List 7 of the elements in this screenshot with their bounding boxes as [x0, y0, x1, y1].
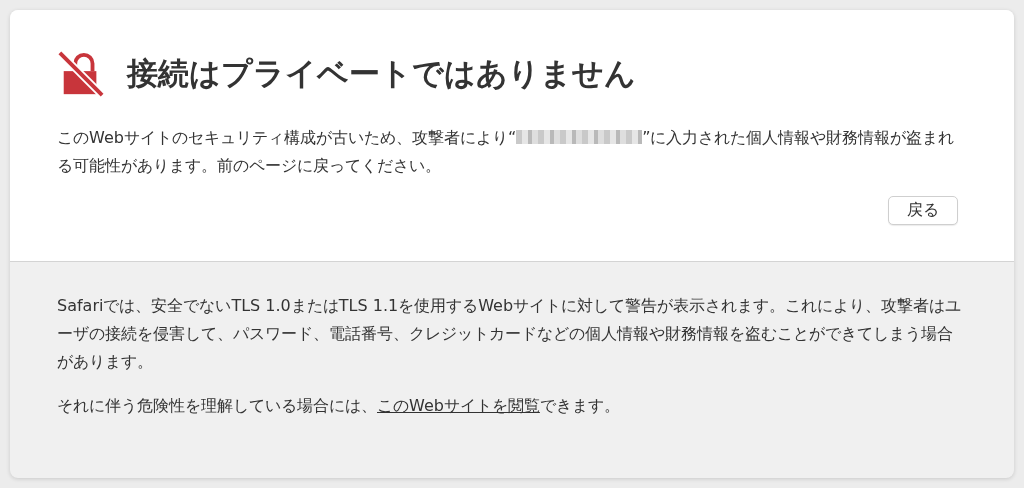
back-button[interactable]: 戻る [888, 196, 958, 225]
warning-title: 接続はプライベートではありません [127, 54, 636, 93]
warning-message: このWebサイトのセキュリティ構成が古いため、攻撃者により“ ”に入力された個人情報や財務情報が盗まれる可能性があります。前のページに戻ってください。 [57, 127, 956, 177]
proceed-sentence: それに伴う危険性を理解している場合には、このWebサイトを閲覧できます。 [57, 395, 621, 417]
crossed-lock-icon [57, 50, 105, 98]
details-paragraph: Safariでは、安全でないTLS 1.0またはTLS 1.1を使用するWebサイトに対して警告が表示されます。これにより、攻撃者はユーザの接続を侵害して、パスワード、電話番号、クレジットカードなどの個人情報や財務情報を盗むことができてしまう場合があります。 [57, 295, 963, 373]
visit-website-link[interactable]: このWebサイトを閲覧 [377, 396, 540, 415]
